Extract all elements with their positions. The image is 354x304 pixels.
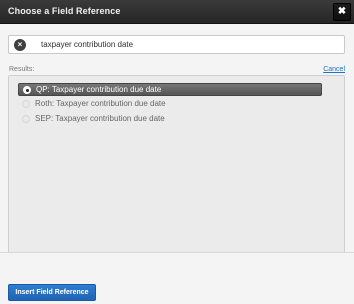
result-option[interactable]: QP: Taxpayer contribution due date xyxy=(18,83,322,96)
radio-icon[interactable] xyxy=(22,100,30,108)
search-input[interactable]: × taxpayer contribution date xyxy=(8,35,345,54)
search-value[interactable]: taxpayer contribution date xyxy=(41,40,133,49)
result-option-label: Roth: Taxpayer contribution due date xyxy=(35,99,166,108)
dialog-titlebar: Choose a Field Reference ✖ xyxy=(0,0,354,24)
dialog-title: Choose a Field Reference xyxy=(8,6,121,16)
cancel-link[interactable]: Cancel xyxy=(323,66,345,73)
dialog-footer: Insert Field Reference xyxy=(0,252,354,304)
results-list: QP: Taxpayer contribution due date Roth:… xyxy=(8,75,345,258)
result-option[interactable]: SEP: Taxpayer contribution due date xyxy=(18,113,322,126)
result-option-label: QP: Taxpayer contribution due date xyxy=(36,85,162,94)
insert-field-reference-button[interactable]: Insert Field Reference xyxy=(8,284,96,301)
results-label: Results: xyxy=(9,66,35,73)
radio-icon[interactable] xyxy=(22,115,30,123)
close-button[interactable]: ✖ xyxy=(333,3,351,21)
close-icon: ✖ xyxy=(337,6,347,17)
result-option-label: SEP: Taxpayer contribution due date xyxy=(35,114,165,123)
clear-search-icon[interactable]: × xyxy=(14,39,26,51)
radio-selected-icon[interactable] xyxy=(23,86,31,94)
result-option[interactable]: Roth: Taxpayer contribution due date xyxy=(18,98,322,111)
